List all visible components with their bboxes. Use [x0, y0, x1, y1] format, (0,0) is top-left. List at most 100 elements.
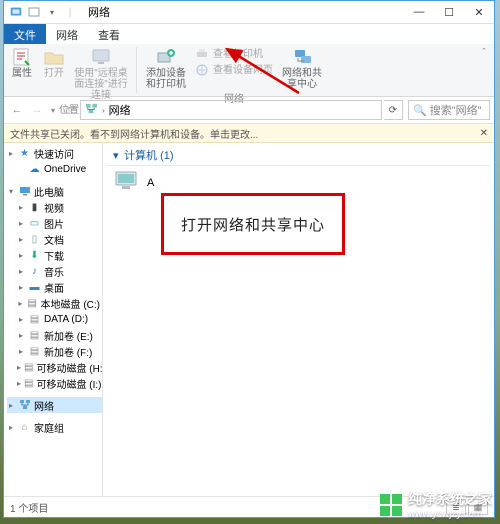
ribbon: 属性 打开 使用"远程桌面连接"进行连接 位置 — [4, 44, 494, 97]
qat-dropdown-icon[interactable]: ▾ — [44, 4, 60, 20]
ribbon-open-label: 打开 — [44, 68, 64, 79]
sidebar-item-label: 新加卷 (E:) — [44, 328, 93, 343]
ribbon-tabs: 文件 网络 查看 — [4, 24, 494, 44]
info-bar-text: 文件共享已关闭。看不到网络计算机和设备。单击更改... — [10, 126, 258, 141]
sidebar-item-downloads[interactable]: ▸⬇下载 — [7, 247, 102, 263]
disk-icon: ▤ — [28, 313, 41, 326]
search-icon: 🔍 — [413, 104, 427, 117]
nav-history-dropdown[interactable]: ▾ — [48, 101, 58, 119]
net-sharing-icon — [290, 46, 314, 68]
sidebar-item-this-pc[interactable]: ▾ 此电脑 — [7, 183, 102, 199]
sidebar-item-quick-access[interactable]: ▸ ★ 快速访问 — [7, 145, 102, 161]
expand-icon[interactable]: ▸ — [7, 423, 15, 432]
maximize-button[interactable]: ☐ — [434, 1, 464, 23]
ribbon-open[interactable]: 打开 — [38, 46, 70, 79]
breadcrumb-network[interactable]: 网络 — [109, 102, 131, 118]
video-icon: ▮ — [28, 201, 41, 214]
sidebar-item-pictures[interactable]: ▸▭图片 — [7, 215, 102, 231]
sidebar-item-homegroup[interactable]: ▸ ⌂ 家庭组 — [7, 419, 102, 435]
nav-forward-button[interactable]: → — [28, 101, 46, 119]
explorer-window: ▾ | 网络 — ☐ ✕ 文件 网络 查看 属性 — [3, 0, 495, 518]
sidebar-item-onedrive[interactable]: ☁ OneDrive — [7, 161, 102, 177]
ribbon-add-device-label: 添加设备和打印机 — [145, 68, 187, 90]
address-bar[interactable]: › 网络 — [80, 100, 382, 120]
sidebar-item-label: DATA (D:) — [44, 314, 88, 325]
tab-file[interactable]: 文件 — [4, 24, 46, 44]
sidebar-item-label: 桌面 — [44, 280, 64, 295]
titlebar: ▾ | 网络 — ☐ ✕ — [4, 1, 494, 24]
ribbon-separator — [136, 47, 137, 93]
ribbon-add-device[interactable]: 添加设备和打印机 — [141, 46, 191, 90]
ribbon-view-device-page-label: 查看设备网页 — [213, 65, 273, 76]
sidebar-item-disk-i[interactable]: ▸▤可移动磁盘 (I:) — [7, 375, 102, 391]
ribbon-remote-desktop-label: 使用"远程桌面连接"进行连接 — [74, 68, 128, 101]
tab-view[interactable]: 查看 — [88, 24, 130, 44]
section-header-computers[interactable]: ▾ 计算机 (1) — [107, 143, 490, 166]
ribbon-view-printers[interactable]: 查看打印机 — [191, 46, 277, 62]
sidebar-item-label: 快速访问 — [34, 146, 74, 161]
sidebar-item-label: 可移动磁盘 (H:) — [36, 360, 103, 375]
search-placeholder: 搜索"网络" — [430, 102, 482, 118]
ribbon-collapse-icon[interactable]: ˆ — [474, 44, 494, 96]
desktop-icon: ▬ — [28, 281, 41, 294]
network-icon — [18, 399, 31, 412]
removable-disk-icon: ▤ — [24, 377, 33, 390]
sidebar-item-label: 家庭组 — [34, 420, 64, 435]
ribbon-properties-label: 属性 — [12, 68, 32, 79]
ribbon-properties[interactable]: 属性 — [6, 46, 38, 79]
nav-up-button[interactable]: ↑ — [60, 101, 78, 119]
sidebar-item-disk-d[interactable]: ▸▤DATA (D:) — [7, 311, 102, 327]
sidebar-item-label: 网络 — [34, 398, 54, 413]
window-title: 网络 — [88, 4, 110, 20]
cloud-icon: ☁ — [28, 163, 41, 176]
ribbon-net-sharing-center[interactable]: 网络和共享中心 — [277, 46, 327, 90]
disk-icon: ▤ — [28, 329, 41, 342]
qat-item-icon[interactable] — [26, 4, 42, 20]
ribbon-remote-desktop[interactable]: 使用"远程桌面连接"进行连接 — [70, 46, 132, 101]
minimize-button[interactable]: — — [404, 1, 434, 23]
sidebar-item-disk-c[interactable]: ▸▤本地磁盘 (C:) — [7, 295, 102, 311]
watermark-title: 纯净系统之家 — [408, 489, 492, 509]
sidebar-item-desktop[interactable]: ▸▬桌面 — [7, 279, 102, 295]
expand-icon[interactable]: ▸ — [7, 149, 15, 158]
search-input[interactable]: 🔍 搜索"网络" — [408, 100, 490, 120]
download-icon: ⬇ — [28, 249, 41, 262]
nav-back-button[interactable]: ← — [8, 101, 26, 119]
section-header-label: 计算机 (1) — [124, 150, 174, 162]
info-bar-close-icon[interactable]: ✕ — [480, 128, 488, 139]
collapse-icon[interactable]: ▾ — [7, 187, 15, 196]
sidebar-item-network[interactable]: ▸ 网络 — [7, 397, 102, 413]
disk-icon: ▤ — [27, 297, 38, 310]
sidebar-item-disk-h[interactable]: ▸▤可移动磁盘 (H:) — [7, 359, 102, 375]
sidebar-item-label: 文档 — [44, 232, 64, 247]
sidebar-item-videos[interactable]: ▸▮视频 — [7, 199, 102, 215]
annotation-callout-text: 打开网络和共享中心 — [181, 214, 325, 235]
sidebar-item-documents[interactable]: ▸▯文档 — [7, 231, 102, 247]
disk-icon: ▤ — [28, 345, 41, 358]
expand-icon[interactable]: ▸ — [7, 401, 15, 410]
content-pane: ▾ 计算机 (1) A 打开网络和共享中心 — [103, 143, 494, 503]
pictures-icon: ▭ — [28, 217, 41, 230]
watermark-logo-icon — [380, 494, 402, 516]
ribbon-view-printers-label: 查看打印机 — [213, 49, 263, 60]
close-button[interactable]: ✕ — [464, 1, 494, 23]
sidebar-item-disk-f[interactable]: ▸▤新加卷 (F:) — [7, 343, 102, 359]
pc-icon — [18, 185, 31, 198]
properties-icon — [10, 46, 34, 68]
open-icon — [42, 46, 66, 68]
watermark-url: www.ycwjzy.com — [408, 509, 492, 520]
qat-separator: | — [62, 4, 78, 20]
remote-desktop-icon — [89, 46, 113, 68]
ribbon-group-network: 添加设备和打印机 查看打印机 查看设备网页 — [139, 44, 329, 96]
info-bar[interactable]: 文件共享已关闭。看不到网络计算机和设备。单击更改... ✕ — [4, 124, 494, 143]
ribbon-net-sharing-label: 网络和共享中心 — [281, 68, 323, 90]
sidebar-item-disk-e[interactable]: ▸▤新加卷 (E:) — [7, 327, 102, 343]
sidebar-item-music[interactable]: ▸♪音乐 — [7, 263, 102, 279]
tab-network[interactable]: 网络 — [46, 24, 88, 44]
app-icon — [8, 4, 24, 20]
sidebar-item-label: 此电脑 — [34, 184, 64, 199]
nav-refresh-button[interactable]: ⟳ — [384, 100, 403, 120]
ribbon-group-location: 属性 打开 使用"远程桌面连接"进行连接 位置 — [4, 44, 134, 96]
ribbon-view-device-page[interactable]: 查看设备网页 — [191, 62, 277, 78]
sidebar-item-label: 图片 — [44, 216, 64, 231]
